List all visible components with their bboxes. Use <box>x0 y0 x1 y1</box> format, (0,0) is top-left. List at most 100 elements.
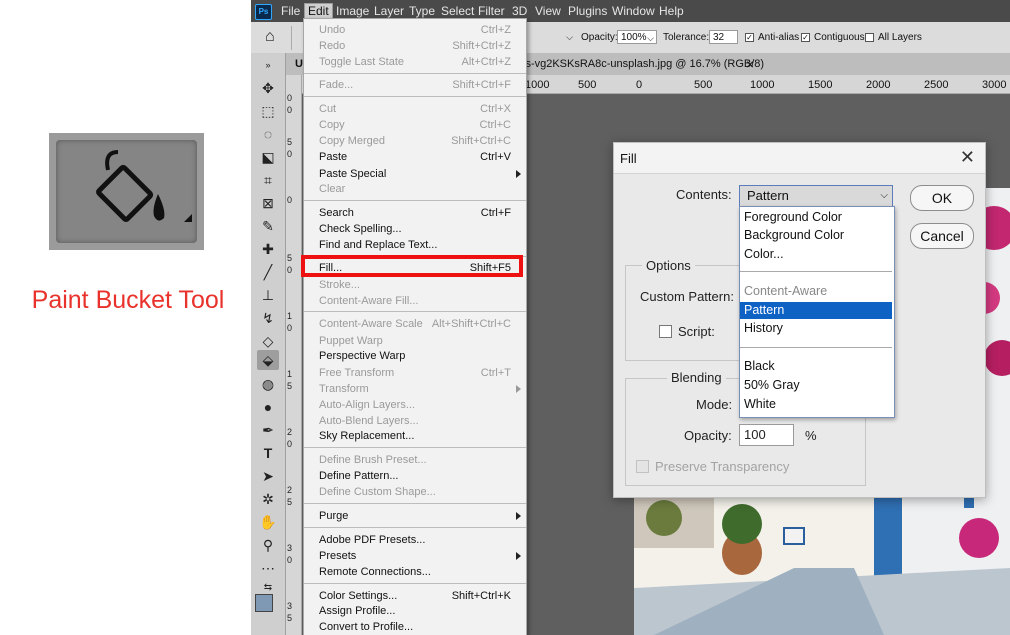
menu-item-paste-special[interactable]: Paste Special <box>304 167 526 182</box>
menu-item-adobe-pdf-presets[interactable]: Adobe PDF Presets... <box>304 533 526 548</box>
menu-layer[interactable]: Layer <box>374 4 404 18</box>
all-layers-checkbox[interactable] <box>865 33 874 42</box>
menu-item-presets[interactable]: Presets <box>304 549 526 564</box>
script-checkbox[interactable] <box>659 325 672 338</box>
zoom-tool-icon[interactable]: ⚲ <box>257 535 279 555</box>
anti-alias-checkbox[interactable]: ✓ <box>745 33 754 42</box>
menu-item-sky-replacement[interactable]: Sky Replacement... <box>304 429 526 444</box>
menu-item-copy-merged[interactable]: Copy Merged Shift+Ctrl+C <box>304 134 526 149</box>
menu-item-auto-align-layers[interactable]: Auto-Align Layers... <box>304 398 526 413</box>
menu-item-copy[interactable]: Copy Ctrl+C <box>304 118 526 133</box>
menu-item-paste[interactable]: Paste Ctrl+V <box>304 150 526 165</box>
menu-item-color-settings[interactable]: Color Settings... Shift+Ctrl+K <box>304 589 526 604</box>
lasso-tool-icon[interactable]: ◌ <box>257 124 279 144</box>
healing-brush-tool-icon[interactable]: ✚ <box>257 239 279 259</box>
menu-item-toggle-last-state[interactable]: Toggle Last State Alt+Ctrl+Z <box>304 55 526 70</box>
menu-item-purge[interactable]: Purge <box>304 509 526 524</box>
dodge-tool-icon[interactable]: ● <box>257 397 279 417</box>
option-black[interactable]: Black <box>740 358 892 375</box>
menu-item-clear[interactable]: Clear <box>304 182 526 197</box>
option-50-gray[interactable]: 50% Gray <box>740 377 892 394</box>
menu-select[interactable]: Select <box>441 4 474 18</box>
document-tab-title[interactable]: is-vg2KSKsRA8c-unsplash.jpg @ 16.7% (RGB… <box>523 58 764 70</box>
menu-item-define-pattern[interactable]: Define Pattern... <box>304 469 526 484</box>
ruler-label: 2500 <box>924 79 949 91</box>
option-history[interactable]: History <box>740 320 892 337</box>
marquee-tool-icon[interactable]: ⬚ <box>257 101 279 121</box>
opacity-input[interactable]: 100 <box>739 424 794 446</box>
frame-tool-icon[interactable]: ⊠ <box>257 193 279 213</box>
menu-view[interactable]: View <box>535 4 561 18</box>
crop-tool-icon[interactable]: ⌗ <box>257 170 279 190</box>
menu-item-search[interactable]: Search Ctrl+F <box>304 206 526 221</box>
menu-type[interactable]: Type <box>409 4 435 18</box>
hand-tool-icon[interactable]: ✋ <box>257 512 279 532</box>
option-background-color[interactable]: Background Color <box>740 227 892 244</box>
contiguous-checkbox[interactable]: ✓ <box>801 33 810 42</box>
contents-select[interactable]: Pattern ⌵ <box>739 185 893 207</box>
tolerance-input[interactable]: 32 <box>709 30 738 44</box>
custom-shape-tool-icon[interactable]: ✲ <box>257 489 279 509</box>
menu-item-define-brush-preset[interactable]: Define Brush Preset... <box>304 453 526 468</box>
type-tool-icon[interactable]: T <box>257 443 279 463</box>
panel-collapse-icon[interactable]: » <box>257 55 279 75</box>
paint-bucket-tool-icon[interactable]: ⬙ <box>257 350 279 370</box>
paint-bucket-preview <box>49 133 204 250</box>
menu-separator <box>304 583 526 584</box>
option-color[interactable]: Color... <box>740 246 892 263</box>
menu-file[interactable]: File <box>281 4 300 18</box>
path-selection-tool-icon[interactable]: ➤ <box>257 466 279 486</box>
menu-item-undo[interactable]: Undo Ctrl+Z <box>304 23 526 38</box>
opacity-input[interactable]: 100% ⌵ <box>617 30 657 44</box>
eraser-tool-icon[interactable]: ◇ <box>257 331 279 351</box>
more-tools-icon[interactable]: ⋯ <box>257 558 279 578</box>
move-tool-icon[interactable]: ✥ <box>257 78 279 98</box>
menu-item-find-replace[interactable]: Find and Replace Text... <box>304 238 526 253</box>
close-icon[interactable]: ✕ <box>960 148 975 166</box>
menu-item-content-aware-fill[interactable]: Content-Aware Fill... <box>304 294 526 309</box>
menu-item-assign-profile[interactable]: Assign Profile... <box>304 604 526 619</box>
ok-button[interactable]: OK <box>910 185 974 211</box>
menu-item-define-custom-shape[interactable]: Define Custom Shape... <box>304 485 526 500</box>
menu-image[interactable]: Image <box>336 4 369 18</box>
preserve-transparency-checkbox[interactable] <box>636 460 649 473</box>
object-selection-tool-icon[interactable]: ⬕ <box>257 147 279 167</box>
mode-dropdown-arrow[interactable]: ⌵ <box>529 30 575 44</box>
menu-item-cut[interactable]: Cut Ctrl+X <box>304 102 526 117</box>
pen-tool-icon[interactable]: ✒ <box>257 420 279 440</box>
menu-item-content-aware-scale[interactable]: Content-Aware Scale Alt+Shift+Ctrl+C <box>304 317 526 332</box>
menu-filter[interactable]: Filter <box>478 4 505 18</box>
menu-item-perspective-warp[interactable]: Perspective Warp <box>304 349 526 364</box>
foreground-color-swatch[interactable] <box>255 594 273 612</box>
close-tab-icon[interactable]: × <box>746 56 754 72</box>
option-content-aware[interactable]: Content-Aware <box>740 283 892 300</box>
blur-tool-icon[interactable]: ◍ <box>257 374 279 394</box>
menu-3d[interactable]: 3D <box>512 4 527 18</box>
menu-item-check-spelling[interactable]: Check Spelling... <box>304 222 526 237</box>
option-white[interactable]: White <box>740 396 892 413</box>
option-foreground-color[interactable]: Foreground Color <box>740 209 892 226</box>
eyedropper-tool-icon[interactable]: ✎ <box>257 216 279 236</box>
ruler-label: 3 <box>287 543 293 553</box>
menu-item-puppet-warp[interactable]: Puppet Warp <box>304 334 526 349</box>
menu-item-transform[interactable]: Transform <box>304 382 526 397</box>
menu-item-remote-connections[interactable]: Remote Connections... <box>304 565 526 580</box>
brush-tool-icon[interactable]: ╱ <box>257 262 279 282</box>
menu-help[interactable]: Help <box>659 4 684 18</box>
other-document-tab[interactable]: U <box>295 58 303 70</box>
menu-item-fade[interactable]: Fade... Shift+Ctrl+F <box>304 78 526 93</box>
option-pattern[interactable]: Pattern <box>740 302 892 319</box>
history-brush-tool-icon[interactable]: ↯ <box>257 308 279 328</box>
script-label: Script: <box>678 324 715 339</box>
menu-window[interactable]: Window <box>612 4 655 18</box>
clone-stamp-tool-icon[interactable]: ⊥ <box>257 285 279 305</box>
menu-item-redo[interactable]: Redo Shift+Ctrl+Z <box>304 39 526 54</box>
menu-item-free-transform[interactable]: Free Transform Ctrl+T <box>304 366 526 381</box>
cancel-button[interactable]: Cancel <box>910 223 974 249</box>
home-icon[interactable]: ⌂ <box>265 28 285 46</box>
chevron-down-icon: ⌵ <box>566 32 573 42</box>
menu-plugins[interactable]: Plugins <box>568 4 607 18</box>
menu-item-auto-blend-layers[interactable]: Auto-Blend Layers... <box>304 414 526 429</box>
menu-item-stroke[interactable]: Stroke... <box>304 278 526 293</box>
menu-item-convert-to-profile[interactable]: Convert to Profile... <box>304 620 526 635</box>
